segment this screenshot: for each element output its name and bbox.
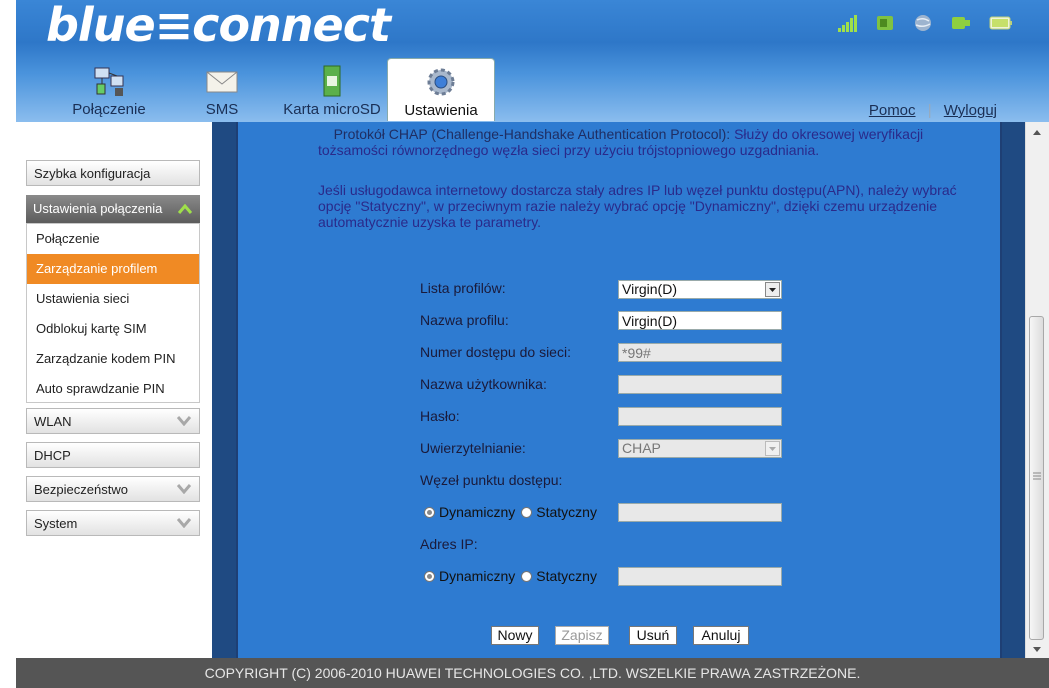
dropdown-arrow-icon [765,441,780,456]
auth-label: Uwierzytelnianie: [420,440,526,456]
ip-dynamic-radio[interactable] [424,570,435,582]
sidebar-item-quick-config[interactable]: Szybka konfiguracja [26,160,200,186]
profile-list-value: Virgin(D) [622,281,677,297]
ip-static-label: Statyczny [536,568,597,584]
logout-link[interactable]: Wyloguj [944,102,997,119]
ip-static-radio[interactable] [521,570,533,582]
sd-card-icon [323,65,341,97]
sim-icon [877,16,893,30]
sidebar-item-label: System [34,516,78,531]
profile-list-select[interactable]: Virgin(D) [618,280,782,299]
envelope-icon [206,71,238,93]
main-content: Protokół CHAP (Challenge-Handshake Authe… [212,122,1026,658]
apn-dynamic-label: Dynamiczny [439,504,516,520]
globe-icon [915,15,931,31]
brand-logo: blue≡connect [46,0,391,52]
tab-settings[interactable]: Ustawienia [387,58,495,121]
sidebar-item-system[interactable]: System [26,510,200,536]
grip-icon [1033,472,1041,480]
profile-list-label: Lista profilów: [420,280,506,296]
apn-static-label: Statyczny [536,504,597,520]
tab-microsd[interactable]: Karta microSD [274,58,390,120]
username-label: Nazwa użytkownika: [420,376,547,392]
ip-dynamic-label: Dynamiczny [439,568,516,584]
help-link[interactable]: Pomoc [869,102,916,119]
connection-submenu: Połączenie Zarządzanie profilem Ustawien… [26,223,200,403]
apn-dynamic-radio[interactable] [424,506,435,518]
chevron-down-icon [177,416,191,426]
scrollbar-thumb[interactable] [1029,316,1044,640]
network-computers-icon [94,67,124,96]
apn-label: Węzeł punktu dostępu: [420,472,563,488]
app-header: blue≡connect Połączenie SMS Karta microS… [16,0,1049,122]
sidebar: Szybka konfiguracja Ustawienia połączeni… [16,122,212,658]
auth-select[interactable]: CHAP [618,439,782,458]
chap-help-text: Protokół CHAP (Challenge-Handshake Authe… [318,126,958,158]
top-links: Pomoc | Wyloguj [869,102,997,119]
status-icons [837,14,1013,32]
dial-number-label: Numer dostępu do sieci: [420,344,571,360]
chevron-up-icon [178,204,192,214]
chap-help-lead: Protokół CHAP (Challenge-Handshake Authe… [333,126,731,142]
sidebar-item-label: WLAN [34,414,72,429]
delete-button[interactable]: Usuń [629,626,677,645]
submenu-item-profile-management[interactable]: Zarządzanie profilem [27,254,199,284]
link-separator: | [927,102,932,119]
password-label: Hasło: [420,408,460,424]
password-input[interactable] [618,407,782,426]
signal-icon [838,15,857,32]
sidebar-item-label: Ustawienia połączenia [33,201,163,216]
content-left-border [212,122,236,658]
new-button[interactable]: Nowy [491,626,539,645]
footer-copyright: COPYRIGHT (C) 2006-2010 HUAWEI TECHNOLOG… [16,658,1049,688]
submenu-item-auto-pin[interactable]: Auto sprawdzanie PIN [27,374,199,404]
submenu-item-pin-management[interactable]: Zarządzanie kodem PIN [27,344,199,374]
sidebar-item-wlan[interactable]: WLAN [26,408,200,434]
content-right-border [1002,122,1026,658]
connection-icon [952,17,970,29]
profile-name-input[interactable] [618,311,782,330]
scroll-down-icon[interactable] [1032,646,1042,654]
profile-name-label: Nazwa profilu: [420,312,509,328]
dial-number-input[interactable] [618,343,782,362]
cancel-button[interactable]: Anuluj [693,626,749,645]
submenu-item-network-settings[interactable]: Ustawienia sieci [27,284,199,314]
username-input[interactable] [618,375,782,394]
window-left-edge [0,0,17,688]
chevron-down-icon [177,484,191,494]
save-button[interactable]: Zapisz [555,626,609,645]
sidebar-item-label: Bezpieczeństwo [34,482,128,497]
ip-radio-group: Dynamiczny Statyczny [424,568,597,584]
gear-icon [427,68,455,96]
sidebar-item-dhcp[interactable]: DHCP [26,442,200,468]
auth-value: CHAP [622,440,661,456]
vertical-scrollbar[interactable] [1025,122,1049,658]
dropdown-arrow-icon [765,282,780,297]
tab-connection[interactable]: Połączenie [64,58,154,120]
ip-label: Adres IP: [420,536,478,552]
ip-static-input[interactable] [618,567,782,586]
apn-static-radio[interactable] [521,506,533,518]
apn-radio-group: Dynamiczny Statyczny [424,504,597,520]
chevron-down-icon [177,518,191,528]
submenu-item-connection[interactable]: Połączenie [27,224,199,254]
submenu-item-unlock-sim[interactable]: Odblokuj kartę SIM [27,314,199,344]
apn-help-text: Jeśli usługodawca internetowy dostarcza … [318,182,957,230]
profile-panel: Protokół CHAP (Challenge-Handshake Authe… [236,122,1002,658]
scroll-up-icon[interactable] [1032,128,1042,136]
battery-icon [989,16,1012,30]
sidebar-item-connection-settings[interactable]: Ustawienia połączenia [26,195,200,223]
apn-static-input[interactable] [618,503,782,522]
tab-sms[interactable]: SMS [192,58,252,120]
sidebar-item-security[interactable]: Bezpieczeństwo [26,476,200,502]
